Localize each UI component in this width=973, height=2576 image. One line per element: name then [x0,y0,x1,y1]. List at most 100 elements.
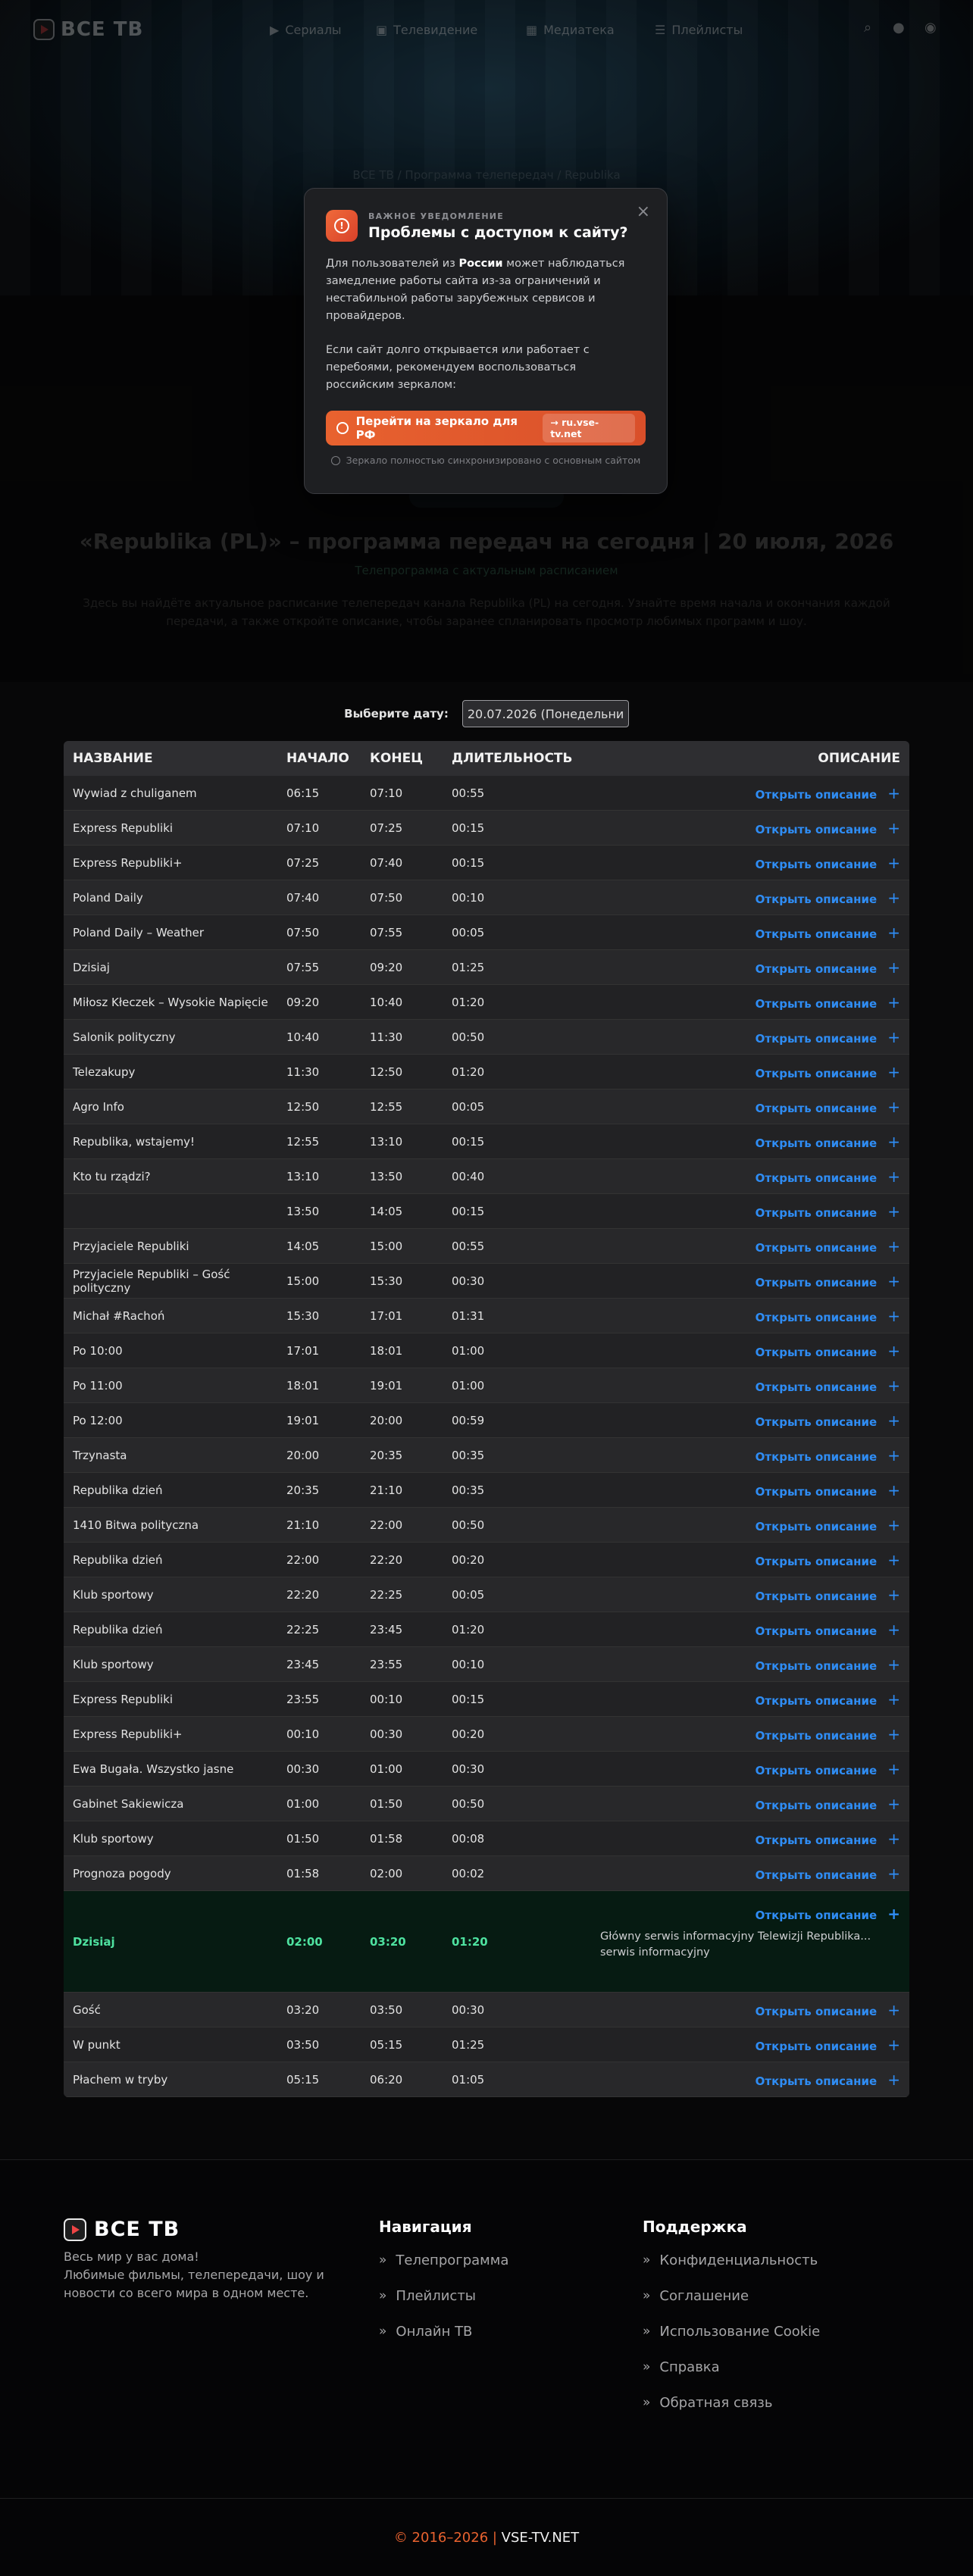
plus-icon[interactable]: + [887,924,900,942]
footer-nav-link[interactable]: » Онлайн ТВ [379,2324,508,2359]
open-description-link[interactable]: Открыть описание [756,1694,878,1708]
footer-nav-link[interactable]: » Плейлисты [379,2288,508,2324]
open-description-link[interactable]: Открыть описание [756,1868,878,1882]
open-description-link[interactable]: Открыть описание [756,1136,878,1150]
footer-support-link[interactable]: » Конфиденциальность [643,2252,820,2288]
open-description-link[interactable]: Открыть описание [756,1834,878,1847]
plus-icon[interactable]: + [887,1342,900,1360]
plus-icon[interactable]: + [887,1307,900,1325]
open-description-link[interactable]: Открыть описание [756,1624,878,1638]
plus-icon[interactable]: + [887,1830,900,1848]
open-description-link[interactable]: Открыть описание [756,1276,878,1290]
plus-icon[interactable]: + [887,1481,900,1499]
program-start: 01:00 [286,1796,320,1811]
plus-icon[interactable]: + [887,2071,900,2089]
description-cell: Открыть описание + [588,2071,909,2089]
open-description-link[interactable]: Открыть описание [756,893,878,906]
modal-title: Проблемы с доступом к сайту? [368,224,628,241]
program-name: Express Republiki+ [73,855,183,870]
open-description-link[interactable]: Открыть описание [756,927,878,941]
plus-icon[interactable]: + [887,1237,900,1255]
plus-icon[interactable]: + [887,1905,900,1923]
program-duration: 00:40 [452,1169,485,1183]
open-description-link[interactable]: Открыть описание [756,858,878,871]
open-description-link[interactable]: Открыть описание [756,1415,878,1429]
footer-logo[interactable]: ВСЕ ТВ [64,2218,180,2241]
open-description-link[interactable]: Открыть описание [756,1485,878,1499]
footer-support-link[interactable]: » Использование Cookie [643,2324,820,2359]
plus-icon[interactable]: + [887,1272,900,1290]
program-start: 13:50 [286,1204,320,1218]
program-end: 07:50 [370,890,403,905]
open-description-link[interactable]: Открыть описание [756,823,878,836]
open-description-link[interactable]: Открыть описание [756,1241,878,1255]
program-duration: 01:20 [452,995,485,1009]
plus-icon[interactable]: + [887,1516,900,1534]
program-start: 01:50 [286,1831,320,1846]
footer-support-link[interactable]: » Справка [643,2359,820,2395]
open-description-link[interactable]: Открыть описание [756,1102,878,1115]
open-description-link[interactable]: Открыть описание [756,1799,878,1812]
description-cell: Открыть описание + [588,1272,909,1290]
table-row: Ewa Bugała. Wszystko jasne 00:30 01:00 00:3… [64,1752,909,1787]
open-description-link[interactable]: Открыть описание [756,1311,878,1324]
plus-icon[interactable]: + [887,993,900,1011]
plus-icon[interactable]: + [887,1760,900,1778]
open-description-link[interactable]: Открыть описание [756,1520,878,1533]
plus-icon[interactable]: + [887,1690,900,1708]
program-name: Klub sportowy [73,1831,154,1846]
footer-support-link[interactable]: » Обратная связь [643,2395,820,2431]
open-description-link[interactable]: Открыть описание [756,1380,878,1394]
program-end: 01:00 [370,1762,403,1776]
plus-icon[interactable]: + [887,889,900,907]
open-description-link[interactable]: Открыть описание [756,1590,878,1603]
plus-icon[interactable]: + [887,1586,900,1604]
plus-icon[interactable]: + [887,958,900,977]
plus-icon[interactable]: + [887,1551,900,1569]
plus-icon[interactable]: + [887,1725,900,1743]
plus-icon[interactable]: + [887,1446,900,1465]
open-description-link[interactable]: Открыть описание [756,1555,878,1568]
open-description-link[interactable]: Открыть описание [756,1032,878,1046]
plus-icon[interactable]: + [887,1028,900,1046]
plus-icon[interactable]: + [887,1168,900,1186]
open-description-link[interactable]: Открыть описание [756,1171,878,1185]
open-description-link[interactable]: Открыть описание [756,1659,878,1673]
plus-icon[interactable]: + [887,1063,900,1081]
open-description-link[interactable]: Открыть описание [756,1764,878,1777]
mirror-button[interactable]: Перейти на зеркало для РФ → ru.vse-tv.ne… [326,411,646,445]
open-description-link[interactable]: Открыть описание [756,1450,878,1464]
plus-icon[interactable]: + [887,819,900,837]
open-description-link[interactable]: Открыть описание [756,962,878,976]
open-description-link[interactable]: Открыть описание [756,1067,878,1080]
program-end: 05:15 [370,2037,403,2052]
plus-icon[interactable]: + [887,1377,900,1395]
program-start: 22:00 [286,1552,320,1567]
plus-icon[interactable]: + [887,1133,900,1151]
open-description-link[interactable]: Открыть описание [756,997,878,1011]
plus-icon[interactable]: + [887,1621,900,1639]
plus-icon[interactable]: + [887,784,900,802]
open-description-link[interactable]: Открыть описание [756,1346,878,1359]
close-icon[interactable]: × [637,202,650,221]
open-description-link[interactable]: Открыть описание [756,788,878,802]
date-input[interactable] [461,700,629,727]
plus-icon[interactable]: + [887,1411,900,1430]
plus-icon[interactable]: + [887,1098,900,1116]
footer-nav-link[interactable]: » Телепрограмма [379,2252,508,2288]
open-description-link[interactable]: Открыть описание [756,2040,878,2053]
open-description-link[interactable]: Открыть описание [756,2005,878,2018]
plus-icon[interactable]: + [887,1655,900,1674]
open-description-link[interactable]: Открыть описание [756,2074,878,2088]
open-description-link[interactable]: Открыть описание [756,1206,878,1220]
plus-icon[interactable]: + [887,2001,900,2019]
plus-icon[interactable]: + [887,1795,900,1813]
open-description-link[interactable]: Открыть описание [756,1909,878,1922]
plus-icon[interactable]: + [887,1865,900,1883]
plus-icon[interactable]: + [887,854,900,872]
plus-icon[interactable]: + [887,2036,900,2054]
footer-support-link[interactable]: » Соглашение [643,2288,820,2324]
open-description-link[interactable]: Открыть описание [756,1729,878,1743]
table-row: Telezakupy 11:30 12:50 01:20 Открыть описани… [64,1055,909,1089]
plus-icon[interactable]: + [887,1202,900,1221]
